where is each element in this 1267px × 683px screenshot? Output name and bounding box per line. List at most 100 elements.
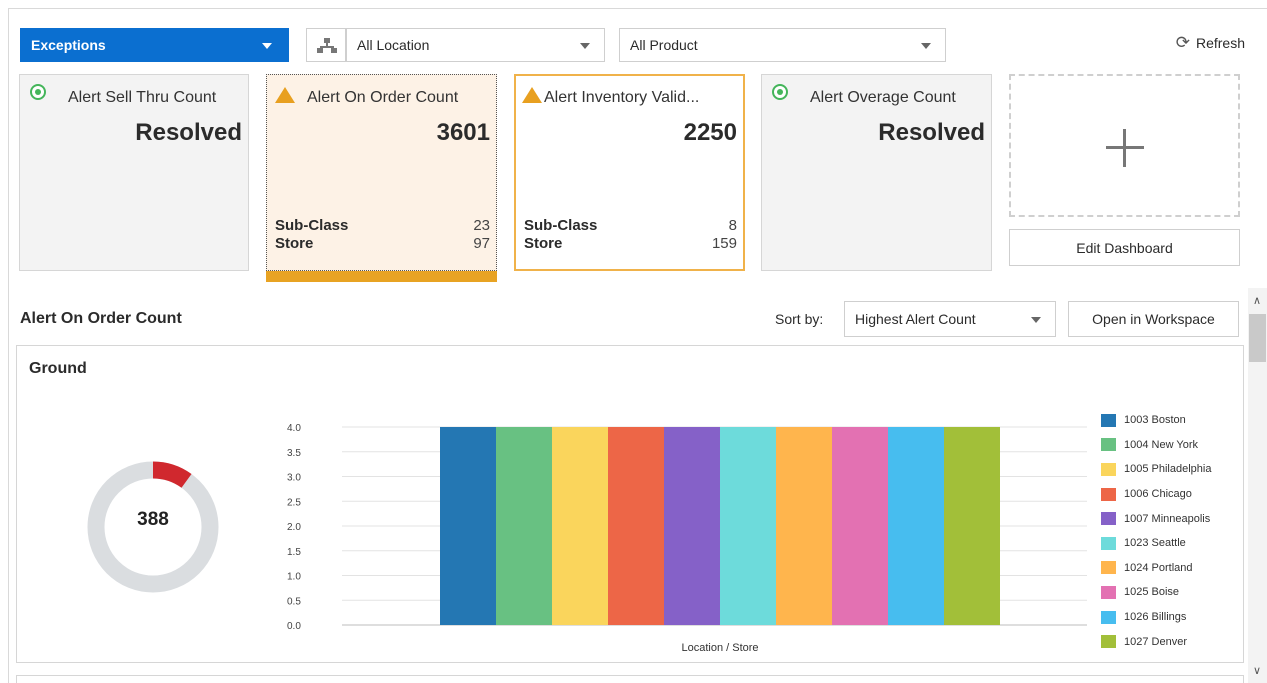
legend-item[interactable]: 1006 Chicago <box>1101 482 1211 507</box>
legend-item[interactable]: 1005 Philadelphia <box>1101 457 1211 482</box>
bar <box>496 427 552 625</box>
legend-swatch <box>1101 462 1116 476</box>
tile-row-label: Sub-Class <box>275 217 349 234</box>
scrollbar-thumb[interactable] <box>1249 314 1266 362</box>
refresh-icon: ⟳ <box>1175 33 1190 52</box>
bar <box>888 427 944 625</box>
chart-panel: Ground 388 0.0 0.5 1.0 1.5 2.0 2.5 3.0 3.5 4.0 Lo… <box>16 345 1244 663</box>
resolved-icon <box>30 84 46 100</box>
donut-value: 388 <box>137 509 169 530</box>
y-tick-label: 3.0 <box>287 473 301 484</box>
tile-value: Resolved <box>135 119 242 146</box>
legend-item[interactable]: 1003 Boston <box>1101 408 1211 433</box>
legend-label: 1025 Boise <box>1124 586 1180 599</box>
tile-alert-sell-thru-count[interactable]: Alert Sell Thru Count Resolved <box>19 74 249 271</box>
frame-border-left <box>8 8 9 683</box>
tile-row-label: Store <box>524 235 563 252</box>
legend-label: 1004 New York <box>1124 438 1198 451</box>
add-tile-button[interactable] <box>1009 74 1240 217</box>
tile-title: Alert Overage Count <box>810 89 956 106</box>
tile-row-value: 8 <box>728 217 737 234</box>
y-tick-label: 1.0 <box>287 572 301 583</box>
tile-alert-overage-count[interactable]: Alert Overage Count Resolved <box>761 74 992 271</box>
legend-item[interactable]: 1025 Boise <box>1101 580 1211 605</box>
legend-swatch <box>1101 610 1116 624</box>
legend-swatch <box>1101 536 1116 550</box>
chevron-down-icon <box>921 43 931 49</box>
tile-alert-on-order-count[interactable]: Alert On Order Count 3601 Sub-Class 23 S… <box>266 74 497 282</box>
legend-swatch <box>1101 561 1116 575</box>
legend-label: 1006 Chicago <box>1124 488 1192 501</box>
bar <box>720 427 776 625</box>
y-tick-label: 2.5 <box>287 497 301 508</box>
legend-swatch <box>1101 585 1116 599</box>
bar <box>944 427 1000 625</box>
product-select[interactable]: All Product <box>619 28 946 62</box>
open-in-workspace-button[interactable]: Open in Workspace <box>1068 301 1239 337</box>
tile-title: Alert Inventory Valid... <box>544 89 700 106</box>
tile-alert-inventory-valid[interactable]: Alert Inventory Valid... 2250 Sub-Class … <box>514 74 745 271</box>
chart-legend: 1003 Boston 1004 New York 1005 Philadelphi… <box>1101 408 1211 654</box>
selected-indicator <box>266 271 497 282</box>
legend-item[interactable]: 1027 Denver <box>1101 629 1211 654</box>
legend-item[interactable]: 1004 New York <box>1101 433 1211 458</box>
tile-row-value: 97 <box>473 235 490 252</box>
y-tick-label: 2.0 <box>287 522 301 533</box>
tile-title: Alert Sell Thru Count <box>68 89 217 106</box>
panel-title: Ground <box>29 360 87 377</box>
legend-swatch <box>1101 635 1116 649</box>
tile-row-value: 159 <box>711 235 737 252</box>
legend-item[interactable]: 1026 Billings <box>1101 605 1211 630</box>
scroll-down-icon[interactable]: ∨ <box>1253 664 1261 677</box>
vertical-scrollbar[interactable]: ∧ ∨ <box>1248 288 1267 683</box>
refresh-label: Refresh <box>1195 35 1245 51</box>
hierarchy-button[interactable] <box>306 28 346 62</box>
warning-icon <box>275 87 295 103</box>
tile-value: Resolved <box>878 119 985 146</box>
legend-label: 1003 Boston <box>1124 414 1186 427</box>
legend-label: 1007 Minneapolis <box>1124 512 1211 525</box>
frame-border-top <box>8 8 1267 9</box>
scroll-up-icon[interactable]: ∧ <box>1253 294 1261 307</box>
view-select[interactable]: Exceptions <box>20 28 289 62</box>
bar <box>776 427 832 625</box>
legend-label: 1027 Denver <box>1124 635 1187 648</box>
legend-item[interactable]: 1024 Portland <box>1101 556 1211 581</box>
legend-item[interactable]: 1007 Minneapolis <box>1101 506 1211 531</box>
y-tick-label: 3.5 <box>287 448 301 459</box>
tile-row: Sub-Class 8 <box>524 217 737 234</box>
tile-row-label: Store <box>275 235 314 252</box>
tile-row-label: Sub-Class <box>524 217 598 234</box>
tile-row: Sub-Class 23 <box>275 217 490 234</box>
x-axis-label: Location / Store <box>681 642 758 654</box>
next-panel <box>16 675 1244 683</box>
edit-dashboard-button[interactable]: Edit Dashboard <box>1009 229 1240 266</box>
sort-by-label: Sort by: <box>775 311 824 327</box>
legend-label: 1023 Seattle <box>1124 537 1186 550</box>
tile-row: Store 97 <box>275 235 490 252</box>
section-title: Alert On Order Count <box>20 310 182 327</box>
location-select[interactable]: All Location <box>346 28 605 62</box>
bar-chart: 0.0 0.5 1.0 1.5 2.0 2.5 3.0 3.5 4.0 Location / St… <box>267 406 1097 661</box>
tile-row-value: 23 <box>473 217 490 234</box>
tile-title: Alert On Order Count <box>307 89 459 106</box>
location-select-value: All Location <box>357 37 430 53</box>
bar <box>832 427 888 625</box>
product-select-value: All Product <box>630 37 698 53</box>
chevron-down-icon <box>262 43 272 49</box>
refresh-button[interactable]: ⟳ Refresh <box>1175 33 1245 52</box>
resolved-icon <box>772 84 788 100</box>
legend-swatch <box>1101 512 1116 526</box>
legend-label: 1024 Portland <box>1124 561 1193 574</box>
warning-icon <box>522 87 542 103</box>
legend-swatch <box>1101 413 1116 427</box>
legend-label: 1005 Philadelphia <box>1124 463 1212 476</box>
legend-item[interactable]: 1023 Seattle <box>1101 531 1211 556</box>
tile-value: 3601 <box>436 119 490 146</box>
chevron-down-icon <box>1031 317 1041 323</box>
y-tick-label: 0.0 <box>287 621 301 632</box>
legend-label: 1026 Billings <box>1124 611 1187 624</box>
bar <box>664 427 720 625</box>
sort-select[interactable]: Highest Alert Count <box>844 301 1056 337</box>
bar <box>552 427 608 625</box>
